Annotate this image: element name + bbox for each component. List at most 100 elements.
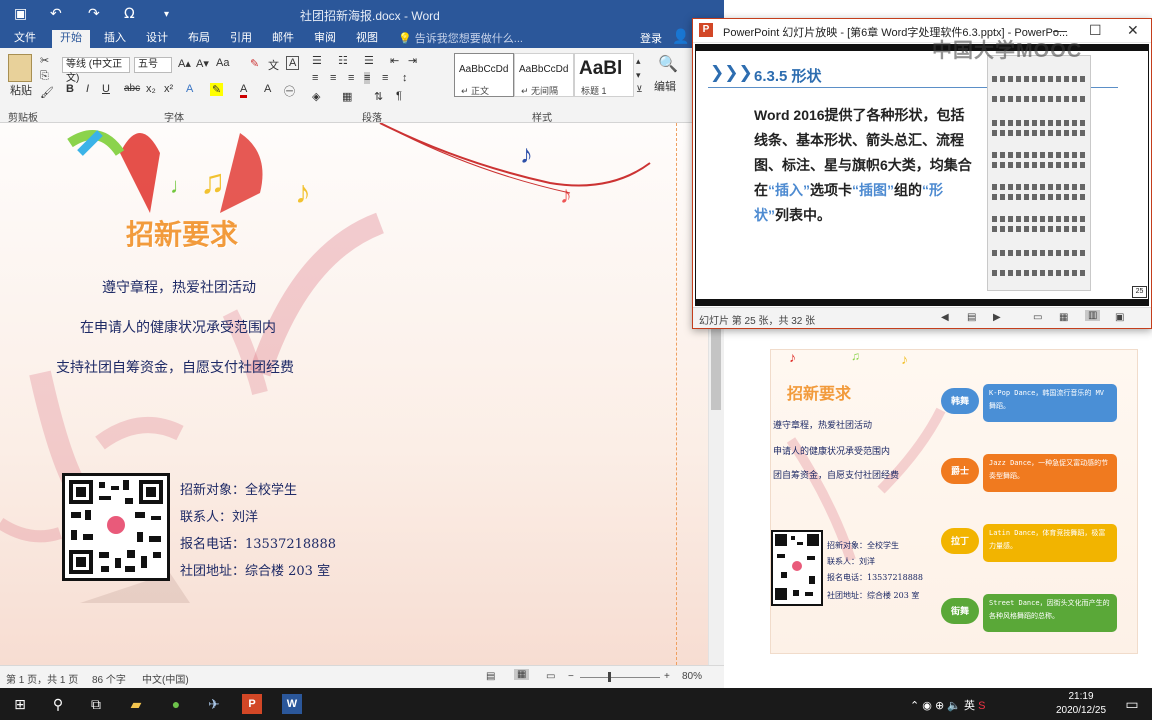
powerpoint-icon[interactable]: P bbox=[242, 694, 262, 714]
style-heading-1[interactable]: AaBl 标题 1 bbox=[574, 53, 634, 97]
account-icon[interactable]: 👤 bbox=[672, 28, 689, 45]
zoom-in-button[interactable]: + bbox=[664, 671, 670, 682]
tab-file[interactable]: 文件 bbox=[6, 30, 44, 48]
file-explorer-icon[interactable]: ▰ bbox=[126, 694, 146, 714]
find-icon[interactable]: 🔍 bbox=[658, 54, 678, 74]
tab-layout[interactable]: 布局 bbox=[180, 30, 218, 48]
symbol-button[interactable]: Ω bbox=[124, 6, 135, 22]
show-marks-icon[interactable]: ¶ bbox=[396, 90, 402, 102]
align-center-icon[interactable]: ≡ bbox=[330, 72, 336, 84]
word-count[interactable]: 86 个字 bbox=[92, 671, 126, 686]
show-hidden-icon[interactable]: ⌃ bbox=[910, 700, 919, 712]
document-canvas[interactable]: ♫ ♪ ♩ ♪ ♪ 招新要求 遵守章程，热爱社团活动 在申请人的健康状况承受范围… bbox=[0, 123, 724, 665]
cut-icon[interactable]: ✂ bbox=[40, 54, 49, 67]
app-icon[interactable]: ✈ bbox=[204, 694, 224, 714]
justify-icon[interactable]: ≡ bbox=[364, 72, 371, 84]
undo-icon[interactable]: ↶ bbox=[50, 6, 62, 22]
clock[interactable]: 21:19 2020/12/25 bbox=[1050, 690, 1112, 718]
grow-font-icon[interactable]: A▴ bbox=[178, 57, 191, 70]
tab-references[interactable]: 引用 bbox=[222, 30, 260, 48]
tab-insert[interactable]: 插入 bbox=[96, 30, 134, 48]
zoom-out-button[interactable]: − bbox=[568, 671, 574, 682]
copy-icon[interactable]: ⎘ bbox=[40, 70, 49, 83]
italic-button[interactable]: I bbox=[86, 83, 89, 95]
search-icon[interactable]: ⚲ bbox=[48, 694, 68, 714]
browser-icon[interactable]: ● bbox=[166, 694, 186, 714]
web-layout-icon[interactable]: ▭ bbox=[546, 671, 555, 682]
style-no-spacing[interactable]: AaBbCcDd ↵ 无间隔 bbox=[514, 53, 574, 97]
close-icon[interactable]: ✕ bbox=[1127, 22, 1139, 39]
increase-indent-icon[interactable]: ⇥ bbox=[408, 54, 417, 67]
powerpoint-window[interactable]: P PowerPoint 幻灯片放映 - [第6章 Word字处理软件6.3.p… bbox=[692, 18, 1152, 329]
language-indicator[interactable]: 中文(中国) bbox=[142, 671, 189, 686]
save-icon[interactable]: ▣ bbox=[14, 6, 27, 22]
tab-view[interactable]: 视图 bbox=[348, 30, 386, 48]
prev-slide-icon[interactable]: ◀ bbox=[941, 312, 949, 323]
strikethrough-button[interactable]: abc bbox=[124, 83, 140, 94]
clear-format-icon[interactable]: ✎ bbox=[250, 57, 259, 70]
underline-button[interactable]: U bbox=[102, 83, 110, 95]
sort-icon[interactable]: ⇅ bbox=[374, 90, 383, 103]
editing-button[interactable]: 编辑 bbox=[654, 78, 676, 94]
reading-view-icon[interactable]: ▥ bbox=[1085, 310, 1101, 321]
superscript-button[interactable]: x² bbox=[164, 83, 173, 95]
print-layout-icon[interactable]: ▦ bbox=[514, 669, 530, 680]
decrease-indent-icon[interactable]: ⇤ bbox=[390, 54, 399, 67]
tab-review[interactable]: 审阅 bbox=[306, 30, 344, 48]
styles-scroll-down-icon[interactable]: ▾ bbox=[636, 70, 641, 81]
ime-indicator[interactable]: 英 bbox=[964, 700, 975, 712]
enclose-char-icon[interactable]: ㊀ bbox=[284, 83, 295, 99]
borders-icon[interactable]: ▦ bbox=[342, 90, 352, 103]
read-mode-icon[interactable]: ▤ bbox=[486, 671, 495, 682]
style-normal[interactable]: AaBbCcDd ↵ 正文 bbox=[454, 53, 514, 97]
tell-me-search[interactable]: 💡 告诉我您想要做什么... bbox=[398, 30, 523, 46]
slide-view[interactable]: ❯❯❯ 6.3.5 形状 Word 2016提供了各种形状，包括线条、基本形状、… bbox=[695, 44, 1149, 306]
font-color-button[interactable]: A bbox=[240, 83, 248, 98]
menu-icon[interactable]: ▤ bbox=[967, 312, 976, 323]
styles-scroll-up-icon[interactable]: ▴ bbox=[636, 56, 641, 67]
zoom-level[interactable]: 80% bbox=[682, 671, 702, 682]
tab-mailings[interactable]: 邮件 bbox=[264, 30, 302, 48]
network-icon[interactable]: ⊕ bbox=[935, 700, 944, 712]
font-size-select[interactable]: 五号 bbox=[134, 57, 172, 73]
slideshow-icon[interactable]: ▣ bbox=[1115, 312, 1124, 323]
redo-icon[interactable]: ↷ bbox=[88, 6, 100, 22]
paste-icon[interactable] bbox=[8, 54, 32, 82]
customize-quick-access-icon[interactable]: ▾ bbox=[164, 9, 169, 20]
maximize-icon[interactable]: ☐ bbox=[1089, 22, 1102, 39]
shading-icon[interactable]: ◈ bbox=[312, 90, 320, 103]
numbering-icon[interactable]: ☷ bbox=[338, 54, 348, 67]
zoom-slider-thumb[interactable] bbox=[608, 672, 611, 682]
phonetic-icon[interactable]: 文 bbox=[268, 57, 279, 73]
bullets-icon[interactable]: ☰ bbox=[312, 54, 322, 67]
align-left-icon[interactable]: ≡ bbox=[312, 72, 318, 84]
login-button[interactable]: 登录 bbox=[640, 30, 662, 46]
font-name-select[interactable]: 等线 (中文正文) bbox=[62, 57, 130, 84]
normal-view-icon[interactable]: ▭ bbox=[1033, 312, 1042, 323]
align-right-icon[interactable]: ≡ bbox=[348, 72, 354, 84]
tab-design[interactable]: 设计 bbox=[138, 30, 176, 48]
line-spacing-icon[interactable]: ↕ bbox=[402, 72, 408, 84]
volume-icon[interactable]: 🔈 bbox=[947, 700, 961, 712]
char-border-icon[interactable]: A bbox=[286, 56, 300, 70]
task-view-icon[interactable]: ⧉ bbox=[86, 694, 106, 714]
word-icon[interactable]: W bbox=[282, 694, 302, 714]
page-count[interactable]: 第 1 页，共 1 页 bbox=[6, 671, 78, 686]
paste-button[interactable]: 粘贴 bbox=[10, 82, 32, 98]
format-painter-icon[interactable]: 🖌 bbox=[40, 86, 54, 99]
subscript-button[interactable]: x₂ bbox=[146, 83, 156, 95]
bold-button[interactable]: B bbox=[66, 83, 74, 95]
zoom-slider[interactable] bbox=[580, 677, 660, 678]
highlight-icon[interactable]: ✎ bbox=[210, 83, 224, 96]
styles-more-icon[interactable]: ⊻ bbox=[636, 84, 643, 95]
change-case-button[interactable]: Aa bbox=[216, 57, 229, 69]
text-effects-icon[interactable]: A bbox=[186, 83, 193, 95]
tray-app-icon[interactable]: ◉ bbox=[922, 700, 932, 712]
sogou-icon[interactable]: S bbox=[978, 700, 985, 712]
distributed-icon[interactable]: ≡ bbox=[382, 72, 388, 84]
next-slide-icon[interactable]: ▶ bbox=[993, 312, 1001, 323]
slide-sorter-icon[interactable]: ▦ bbox=[1059, 312, 1068, 323]
tab-home[interactable]: 开始 bbox=[52, 30, 90, 48]
multilevel-list-icon[interactable]: ☰ bbox=[364, 54, 374, 67]
shrink-font-icon[interactable]: A▾ bbox=[196, 57, 209, 70]
